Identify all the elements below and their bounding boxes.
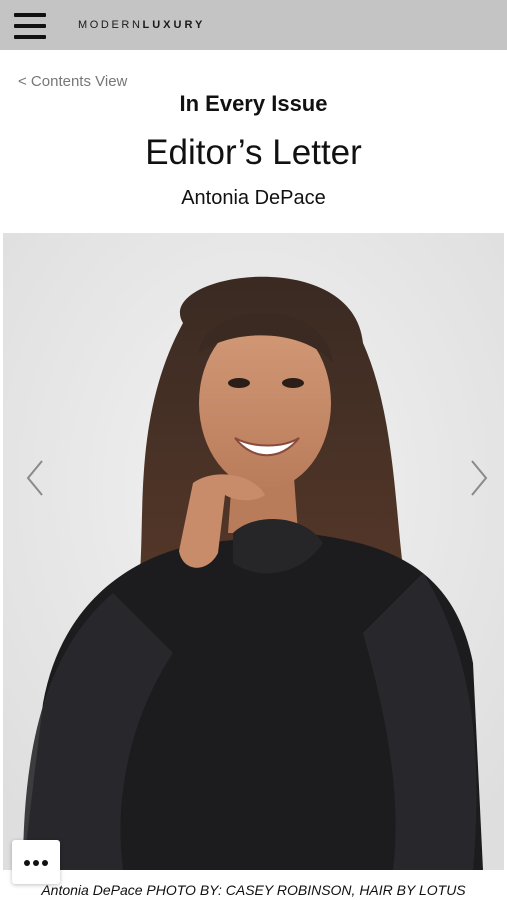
more-dots-icon[interactable] <box>12 840 60 884</box>
portrait-illustration <box>3 233 504 870</box>
section-label: In Every Issue <box>179 91 328 116</box>
top-bar: MODERNLUXURY <box>0 0 507 50</box>
photo-caption: Antonia DePace PHOTO BY: CASEY ROBINSON,… <box>41 882 466 898</box>
article-title: Editor’s Letter <box>145 133 362 172</box>
app-window: MODERNLUXURY < Contents View In Every Is… <box>0 0 507 900</box>
brand-logo[interactable]: MODERNLUXURY <box>78 19 205 31</box>
logo-text-luxury: LUXURY <box>142 19 206 31</box>
contents-view-link[interactable]: < Contents View <box>18 73 127 90</box>
hamburger-menu-icon[interactable] <box>14 12 48 40</box>
logo-text-modern: MODERN <box>78 19 143 31</box>
chevron-right-icon[interactable] <box>466 458 490 498</box>
article-photo <box>3 233 504 870</box>
article-author: Antonia DePace <box>181 187 326 209</box>
chevron-left-icon[interactable] <box>24 458 48 498</box>
